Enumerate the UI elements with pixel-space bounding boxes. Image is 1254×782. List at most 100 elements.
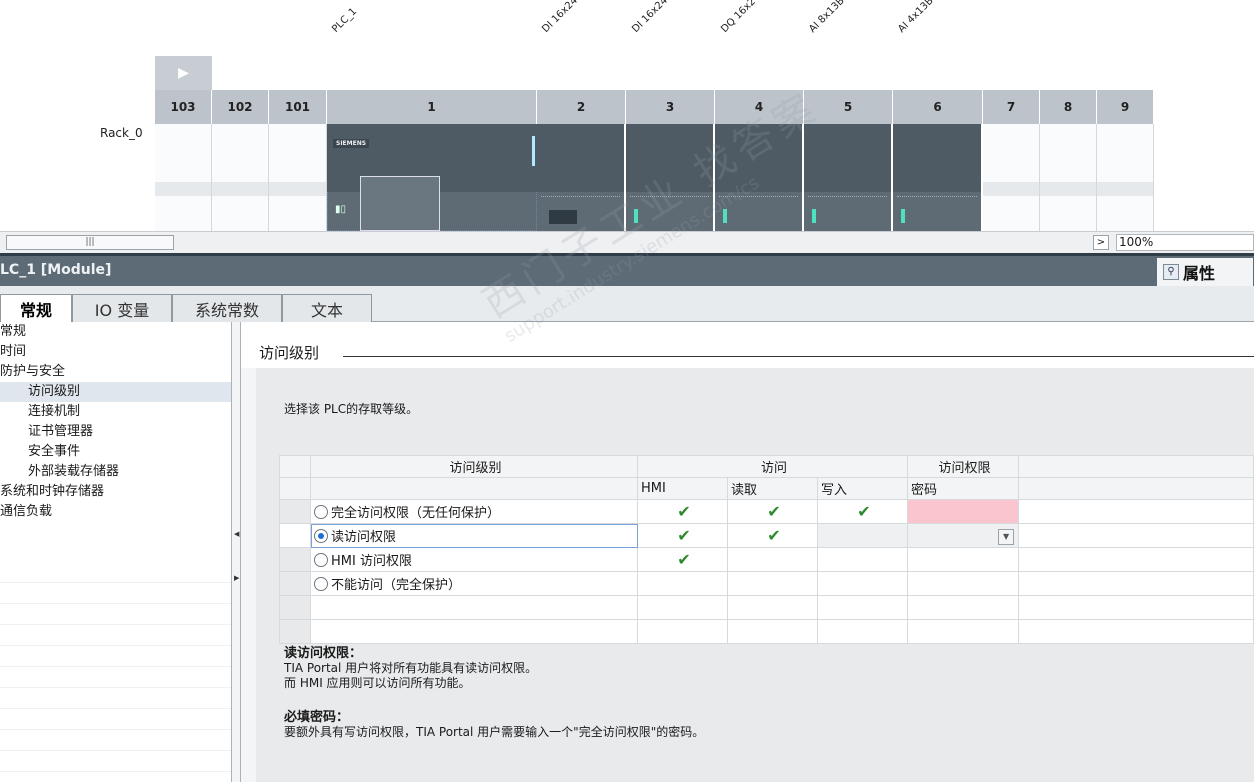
access-level-label: 读访问权限	[331, 530, 397, 545]
io-module[interactable]	[804, 124, 893, 231]
nav-item-protection[interactable]: 防护与安全	[0, 362, 231, 382]
slot-header: 1	[327, 90, 537, 124]
magnifier-icon: ⚲	[1163, 264, 1179, 280]
table-row	[279, 619, 1254, 644]
slot-header: 8	[1040, 90, 1097, 124]
nav-item-access-level[interactable]: 访问级别	[0, 382, 231, 402]
nav-item-system-clock-memory[interactable]: 系统和时钟存储器	[0, 482, 231, 502]
nav-collapse-bar[interactable]: ◀ ▶	[231, 322, 241, 782]
table-row[interactable]: 不能访问（完全保护）	[279, 571, 1254, 596]
slot-header: 3	[626, 90, 715, 124]
header-access-level: 访问级别	[310, 455, 638, 478]
cpu-status-led-icon: ▮▯	[335, 204, 347, 215]
nav-item-external-load-memory[interactable]: 外部装载存储器	[0, 462, 231, 482]
chevron-right-icon[interactable]: >	[1093, 235, 1109, 250]
horizontal-scrollbar[interactable]: ||| > 100%	[0, 231, 1254, 253]
password-dropdown[interactable]: ▼	[907, 523, 1020, 548]
device-label-di-1[interactable]: DI 16x24	[540, 0, 580, 35]
read-access-title: 读访问权限：	[284, 646, 363, 661]
check-icon: ✔	[727, 499, 818, 524]
properties-title-bar: LC_1 [Module] ⚲ 属性	[0, 256, 1254, 286]
rack-label: Rack_0	[100, 126, 143, 140]
io-module[interactable]	[893, 124, 983, 231]
slot-header: 7	[983, 90, 1040, 124]
radio-hmi-access[interactable]	[314, 553, 328, 567]
radio-full-access[interactable]	[314, 505, 328, 519]
slot-header-row: 103 102 101 1 2 3 4 5 6 7 8 9	[155, 90, 1154, 124]
tab-texts[interactable]: 文本	[282, 294, 372, 322]
triangle-right-icon: ▶	[178, 65, 189, 81]
properties-tab[interactable]: ⚲ 属性	[1157, 258, 1253, 286]
table-row[interactable]: HMI 访问权限 ✔	[279, 547, 1254, 572]
check-icon: ✔	[727, 523, 818, 548]
empty-slot[interactable]	[1097, 124, 1154, 231]
empty-slot[interactable]	[269, 124, 327, 231]
scrollbar-thumb[interactable]: |||	[6, 235, 174, 250]
intro-text: 选择该 PLC的存取等级。	[284, 402, 419, 416]
device-label-ai-2[interactable]: AI 4x13B	[896, 0, 935, 35]
tab-system-constants[interactable]: 系统常数	[172, 294, 282, 322]
tab-general[interactable]: 常规	[0, 294, 72, 323]
empty-slot[interactable]	[983, 124, 1040, 231]
property-nav-tree: 常规 时间 防护与安全 访问级别 连接机制 证书管理器 安全事件 外部装载存储器…	[0, 322, 231, 782]
triangle-left-icon[interactable]: ◀	[234, 530, 239, 538]
slot-header: 101	[269, 90, 327, 124]
io-module[interactable]	[537, 124, 626, 231]
check-icon: ✔	[637, 499, 728, 524]
chevron-down-icon[interactable]: ▼	[998, 528, 1015, 545]
section-title: 访问级别	[259, 344, 320, 362]
access-level-content: 访问级别 选择该 PLC的存取等级。 访问级别 访问 访问权限 HMI 读取 写…	[241, 322, 1254, 782]
password-field[interactable]	[907, 499, 1020, 524]
cpu-module[interactable]: SIEMENS ▮▯	[327, 124, 537, 231]
device-label-ai-1[interactable]: AI 8x13B	[807, 0, 846, 35]
io-module[interactable]	[715, 124, 804, 231]
nav-item-security-events[interactable]: 安全事件	[0, 442, 231, 462]
table-row[interactable]: 读访问权限 ✔ ✔ ▼	[279, 523, 1254, 548]
slot-header: 6	[893, 90, 983, 124]
access-level-table: 访问级别 访问 访问权限 HMI 读取 写入 密码 完全访问权限（无任何保护） …	[279, 455, 1254, 644]
table-row	[279, 595, 1254, 620]
cpu-brand-label: SIEMENS	[333, 139, 370, 148]
header-hmi: HMI	[637, 477, 728, 500]
access-level-label: HMI 访问权限	[331, 554, 412, 569]
nav-item-certificate-manager[interactable]: 证书管理器	[0, 422, 231, 442]
check-icon: ✔	[637, 547, 728, 572]
access-level-label: 不能访问（完全保护）	[331, 578, 462, 593]
zoom-level-field[interactable]: 100%	[1116, 234, 1254, 251]
header-access: 访问	[636, 455, 909, 478]
nav-item-time[interactable]: 时间	[0, 342, 231, 362]
slot-header: 103	[155, 90, 212, 124]
header-write: 写入	[816, 477, 909, 500]
access-level-label: 完全访问权限（无任何保护）	[331, 506, 501, 521]
password-required-line: 要额外具有写访问权限，TIA Portal 用户需要输入一个"完全访问权限"的密…	[284, 725, 705, 739]
tab-io-tags[interactable]: IO 变量	[72, 294, 172, 322]
property-tabs: 常规 IO 变量 系统常数 文本	[0, 286, 1254, 323]
check-icon: ✔	[816, 499, 909, 524]
cpu-door	[360, 176, 440, 231]
properties-tab-label: 属性	[1183, 264, 1216, 283]
section-divider	[343, 356, 1254, 357]
device-label-plc[interactable]: PLC_1	[330, 6, 359, 35]
nav-item-connection-mechanisms[interactable]: 连接机制	[0, 402, 231, 422]
password-required-title: 必填密码：	[284, 710, 350, 725]
radio-read-access[interactable]	[314, 529, 328, 543]
device-label-dq[interactable]: DQ 16x2	[719, 0, 758, 35]
slot-header: 2	[537, 90, 626, 124]
rack: SIEMENS ▮▯	[155, 124, 1154, 231]
table-row[interactable]: 完全访问权限（无任何保护） ✔ ✔ ✔	[279, 499, 1254, 524]
io-module[interactable]	[626, 124, 715, 231]
nav-item-general[interactable]: 常规	[0, 322, 231, 342]
slot-header: 4	[715, 90, 804, 124]
nav-item-communication-load[interactable]: 通信负载	[0, 502, 231, 522]
device-view: PLC_1 DI 16x24 DI 16x24 DQ 16x2 AI 8x13B…	[0, 0, 1254, 253]
empty-slot[interactable]	[1040, 124, 1097, 231]
empty-slot[interactable]	[155, 124, 212, 231]
header-password: 密码	[907, 477, 1020, 500]
expand-rack-button[interactable]: ▶	[155, 56, 212, 90]
radio-no-access[interactable]	[314, 577, 328, 591]
read-access-line-1: TIA Portal 用户将对所有功能具有读访问权限。	[284, 661, 538, 675]
empty-slot[interactable]	[212, 124, 269, 231]
triangle-right-icon[interactable]: ▶	[234, 574, 239, 582]
device-label-di-2[interactable]: DI 16x24	[630, 0, 670, 35]
check-icon: ✔	[637, 523, 728, 548]
